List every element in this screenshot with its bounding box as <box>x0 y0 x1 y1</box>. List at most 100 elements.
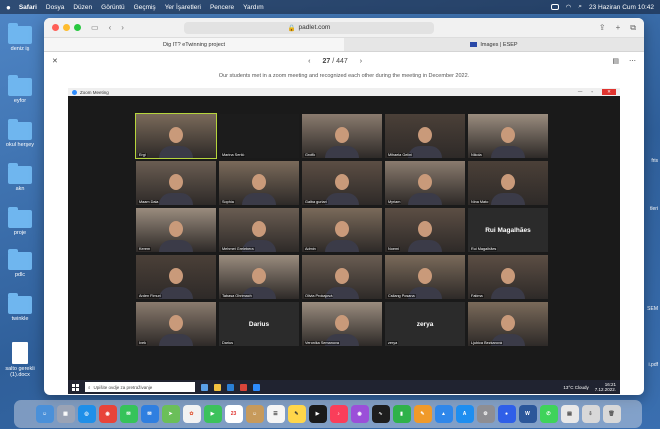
desktop-label[interactable]: SEM <box>647 306 658 312</box>
downloads-icon[interactable]: ⇩ <box>581 405 600 423</box>
desktop-folder[interactable]: akn <box>0 163 40 192</box>
desktop-folder[interactable]: twinkle <box>0 293 40 322</box>
finder-icon[interactable]: ☺ <box>35 405 54 423</box>
more-icon[interactable]: ⋯ <box>629 57 636 65</box>
whatsapp-icon[interactable]: ✆ <box>539 405 558 423</box>
music-icon[interactable]: ♪ <box>329 405 348 423</box>
participant-tile: Admin <box>302 208 382 252</box>
folder-icon <box>8 163 32 184</box>
participant-face <box>169 221 183 238</box>
apple-icon[interactable]: ● <box>6 3 11 12</box>
menubar-datetime[interactable]: 23 Haziran Cum 10:42 <box>589 4 654 11</box>
menu-history[interactable]: Geçmiş <box>134 4 156 11</box>
menu-file[interactable]: Dosya <box>46 4 64 11</box>
menu-window[interactable]: Pencere <box>210 4 234 11</box>
stocks-icon[interactable]: ∿ <box>371 405 390 423</box>
desktop-folder[interactable]: okul herşey <box>0 119 40 148</box>
participant-body <box>325 146 359 158</box>
participant-body <box>159 193 193 205</box>
participant-tile: Galba gurlari <box>302 161 382 205</box>
app-store-icon[interactable]: A <box>455 405 474 423</box>
numbers-icon[interactable]: ▮ <box>392 405 411 423</box>
participant-name: Noemi <box>387 247 400 251</box>
participant-name: Galba gurlari <box>304 200 328 204</box>
wifi-icon[interactable]: ◠ <box>566 3 572 11</box>
safari-icon[interactable]: ◎ <box>77 405 96 423</box>
menu-bookmarks[interactable]: Yer İşaretleri <box>165 4 201 11</box>
participant-name: Admin <box>304 247 317 251</box>
participant-body <box>325 240 359 252</box>
messages-icon[interactable]: ✉ <box>119 405 138 423</box>
podcasts-icon[interactable]: ◉ <box>350 405 369 423</box>
details-icon[interactable]: ▤ <box>612 57 619 65</box>
desktop-label[interactable]: ​i.pdf <box>649 362 658 368</box>
menu-view[interactable]: Görüntü <box>101 4 125 11</box>
menu-app[interactable]: Safari <box>19 4 37 11</box>
participant-body <box>491 193 525 205</box>
participant-face <box>335 268 349 285</box>
zoom-button[interactable] <box>74 24 81 31</box>
tab-images-esep[interactable]: Images | ESEP <box>344 38 644 51</box>
prev-icon[interactable]: ‹ <box>308 58 310 65</box>
desktop-folder[interactable]: deniz iş <box>0 23 40 52</box>
participant-tile: Veronika Semanova <box>302 302 382 346</box>
tab-overview-icon[interactable]: ⧉ <box>630 23 636 33</box>
participant-face <box>252 174 266 191</box>
close-icon[interactable]: ✕ <box>52 57 58 65</box>
chrome-icon[interactable]: ◉ <box>98 405 117 423</box>
mail-icon[interactable]: ✉ <box>140 405 159 423</box>
launchpad-icon[interactable]: ▦ <box>56 405 75 423</box>
desktop-folder[interactable]: eyfor <box>0 75 40 104</box>
close-button[interactable] <box>52 24 59 31</box>
tab-dig-it[interactable]: Dig IT? eTwinning project <box>44 38 344 51</box>
windows-start-icon <box>72 383 79 391</box>
new-tab-icon[interactable]: + <box>616 23 621 33</box>
participant-name: Marina Sertić <box>221 153 246 157</box>
pages-icon[interactable]: ✎ <box>413 405 432 423</box>
folder-icon <box>8 23 32 44</box>
menu-edit[interactable]: Düzen <box>73 4 92 11</box>
participant-face <box>169 174 183 191</box>
dock: ☺ ▦ ◎ ◉ ✉ ✉ ➤ ✿ ▶ 23 ☺ ☰ ✎ ▶ ♪ ◉ ∿ ▮ ✎ ▲… <box>14 400 642 428</box>
word-icon[interactable]: W <box>518 405 537 423</box>
participant-name: Tabasa Ohrimach <box>221 294 253 298</box>
preview-icon[interactable]: ▤ <box>560 405 579 423</box>
titlebar: ▭ ‹ › 🔒 padlet.com ⇪ + ⧉ <box>44 18 644 38</box>
address-bar[interactable]: 🔒 padlet.com <box>183 21 434 34</box>
zoom-dock-icon[interactable]: ● <box>497 405 516 423</box>
participant-name: Nikola <box>470 153 483 157</box>
share-icon[interactable]: ⇪ <box>599 23 606 33</box>
sidebar-icon[interactable]: ▭ <box>91 23 99 32</box>
participant-tile: Kerem <box>136 208 216 252</box>
photos-icon[interactable]: ✿ <box>182 405 201 423</box>
forward-icon[interactable]: › <box>121 23 124 32</box>
search-icon[interactable]: ⌕ <box>578 3 582 11</box>
search-icon: ⌕ <box>88 384 91 390</box>
participant-name: Fatima <box>470 294 484 298</box>
desktop-folder[interactable]: proje <box>0 207 40 236</box>
participant-name: Mehmet Grelebera <box>221 247 255 251</box>
settings-icon[interactable]: ⚙ <box>476 405 495 423</box>
desktop-label[interactable]: fris <box>651 158 658 164</box>
keynote-icon[interactable]: ▲ <box>434 405 453 423</box>
battery-icon[interactable] <box>550 4 559 10</box>
chrome-icon <box>240 383 247 391</box>
reminders-icon[interactable]: ☰ <box>266 405 285 423</box>
back-icon[interactable]: ‹ <box>109 23 112 32</box>
desktop-folder[interactable]: pdlc <box>0 249 40 278</box>
notes-icon[interactable]: ✎ <box>287 405 306 423</box>
menu-help[interactable]: Yardım <box>243 4 263 11</box>
tab-label: Images | ESEP <box>480 41 518 48</box>
tv-icon[interactable]: ▶ <box>308 405 327 423</box>
facetime-icon[interactable]: ▶ <box>203 405 222 423</box>
desktop-file[interactable]: salto gerekli (1).docx <box>0 342 40 378</box>
contacts-icon[interactable]: ☺ <box>245 405 264 423</box>
viewer-toolbar: ✕ ‹ 27 / 447 › ▤ ⋯ <box>44 52 644 70</box>
next-icon[interactable]: › <box>360 58 362 65</box>
maps-icon[interactable]: ➤ <box>161 405 180 423</box>
desktop-label[interactable]: tleri <box>650 206 658 212</box>
minimize-button[interactable] <box>63 24 70 31</box>
calendar-icon[interactable]: 23 <box>224 405 243 423</box>
participant-body <box>491 146 525 158</box>
trash-icon[interactable]: 🗑 <box>602 405 621 423</box>
